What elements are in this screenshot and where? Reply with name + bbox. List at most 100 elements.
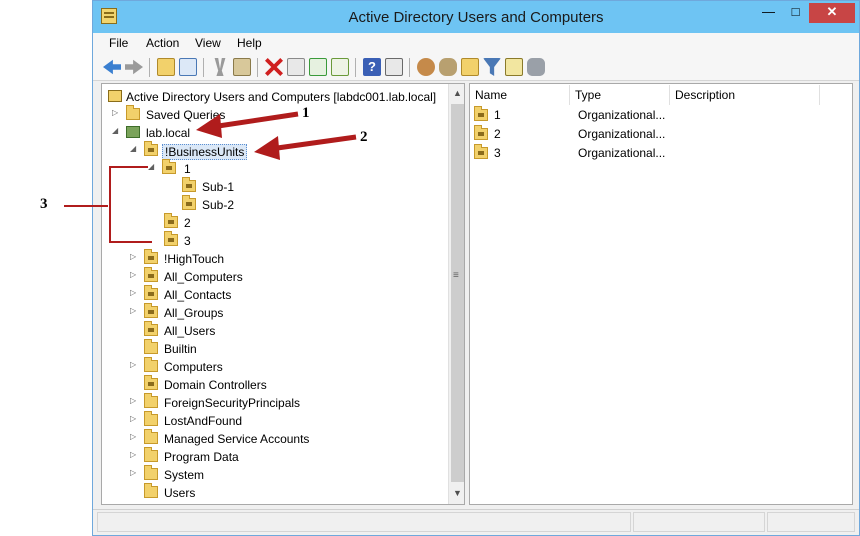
expand-icon[interactable]: ▷: [130, 450, 140, 459]
ou-icon: [144, 285, 158, 300]
menu-file[interactable]: File: [109, 36, 128, 50]
expand-icon[interactable]: ▷: [130, 432, 140, 441]
help-icon[interactable]: ?: [363, 58, 381, 76]
expand-icon[interactable]: ▷: [130, 270, 140, 279]
tree-item-computers[interactable]: ▷ Computers: [130, 357, 430, 376]
tree-item-domain-controllers[interactable]: Domain Controllers: [130, 375, 430, 394]
show-tree-icon[interactable]: [179, 58, 197, 76]
tree-pane[interactable]: Active Directory Users and Computers [la…: [101, 83, 465, 505]
details-pane[interactable]: Name Type Description 1 Organizational..…: [469, 83, 853, 505]
tree-item-builtin[interactable]: Builtin: [130, 339, 430, 358]
back-icon[interactable]: [103, 59, 121, 75]
copy-icon[interactable]: [233, 58, 251, 76]
tree-scrollbar[interactable]: ▲ ≡ ▼: [448, 84, 464, 504]
tree-item-ou-1[interactable]: ◢ 1: [148, 159, 428, 178]
forward-icon[interactable]: [125, 59, 143, 75]
new-group-icon[interactable]: [439, 58, 457, 76]
expand-icon[interactable]: ▷: [112, 108, 122, 117]
refresh-icon[interactable]: [309, 58, 327, 76]
ou-icon: [164, 213, 178, 228]
tree-item-saved-queries[interactable]: ▷ Saved Queries: [112, 105, 432, 124]
tree-item-users[interactable]: Users: [130, 483, 430, 502]
tree-item-ou-3[interactable]: 3: [164, 231, 424, 250]
new-ou-icon[interactable]: [461, 58, 479, 76]
ou-icon: [144, 267, 158, 282]
menu-bar: File Action View Help: [93, 33, 859, 53]
annotation-2: 2: [360, 129, 368, 145]
domain-icon: [126, 126, 140, 138]
ou-icon: [144, 375, 158, 390]
ou-icon: [144, 141, 158, 156]
tree-item-hightouch[interactable]: ▷ !HighTouch: [130, 249, 430, 268]
tree-item-ou-2[interactable]: 2: [164, 213, 424, 232]
tree-root[interactable]: Active Directory Users and Computers [la…: [108, 88, 448, 106]
folder-icon: [126, 105, 140, 120]
column-header-type[interactable]: Type: [570, 85, 670, 105]
list-item[interactable]: 2 Organizational...: [470, 125, 850, 143]
title-bar[interactable]: Active Directory Users and Computers — □…: [93, 1, 859, 33]
expand-icon[interactable]: ▷: [130, 306, 140, 315]
properties-icon[interactable]: [287, 58, 305, 76]
status-cell-secondary: [633, 512, 765, 532]
tree-item-managed-service-accounts[interactable]: ▷ Managed Service Accounts: [130, 429, 430, 448]
folder-icon: [144, 393, 158, 408]
column-header-description[interactable]: Description: [670, 85, 820, 105]
tree-item-sub-1[interactable]: Sub-1: [182, 177, 422, 196]
ou-icon: [474, 144, 488, 159]
ou-icon: [162, 159, 176, 174]
menu-view[interactable]: View: [195, 36, 221, 50]
folder-icon: [144, 357, 158, 372]
status-cell-tertiary: [767, 512, 855, 532]
list-item[interactable]: 1 Organizational...: [470, 106, 850, 124]
tree-item-all-computers[interactable]: ▷ All_Computers: [130, 267, 430, 286]
scroll-up-icon[interactable]: ▲: [453, 88, 462, 98]
scroll-grip-icon: ≡: [453, 270, 459, 281]
scroll-thumb[interactable]: [451, 104, 464, 482]
ou-icon: [164, 231, 178, 246]
expand-icon[interactable]: ▷: [130, 468, 140, 477]
expand-icon[interactable]: ▷: [130, 288, 140, 297]
export-icon[interactable]: [331, 58, 349, 76]
minimize-button[interactable]: —: [755, 3, 782, 23]
tree-item-all-groups[interactable]: ▷ All_Groups: [130, 303, 430, 322]
delegate-icon[interactable]: [527, 58, 545, 76]
collapse-icon[interactable]: ◢: [112, 126, 122, 135]
up-folder-icon[interactable]: [157, 58, 175, 76]
folder-icon: [144, 339, 158, 354]
menu-help[interactable]: Help: [237, 36, 262, 50]
maximize-button[interactable]: □: [782, 3, 809, 23]
expand-icon[interactable]: ▷: [130, 414, 140, 423]
tree-item-lost-and-found[interactable]: ▷ LostAndFound: [130, 411, 430, 430]
find-icon[interactable]: [505, 58, 523, 76]
ou-icon: [144, 321, 158, 336]
adusers-window: Active Directory Users and Computers — □…: [92, 0, 860, 536]
expand-icon[interactable]: ▷: [130, 360, 140, 369]
tree-item-all-contacts[interactable]: ▷ All_Contacts: [130, 285, 430, 304]
annotation-3: 3: [40, 196, 48, 212]
console-root-icon: [108, 90, 122, 102]
collapse-icon[interactable]: ◢: [148, 162, 158, 171]
delete-icon[interactable]: [265, 58, 283, 76]
list-item[interactable]: 3 Organizational...: [470, 144, 850, 162]
tree-item-sub-2[interactable]: Sub-2: [182, 195, 422, 214]
expand-icon[interactable]: ▷: [130, 252, 140, 261]
status-bar: [93, 509, 859, 535]
close-button[interactable]: ✕: [809, 3, 855, 23]
column-header-name[interactable]: Name: [470, 85, 570, 105]
tree-item-businessunits[interactable]: ◢ !BusinessUnits: [130, 141, 430, 160]
tree-item-program-data[interactable]: ▷ Program Data: [130, 447, 430, 466]
tree-item-domain[interactable]: ◢ lab.local: [112, 124, 432, 142]
expand-icon[interactable]: ▷: [130, 396, 140, 405]
scroll-down-icon[interactable]: ▼: [453, 488, 462, 498]
tree-item-system[interactable]: ▷ System: [130, 465, 430, 484]
tree-item-foreign-security-principals[interactable]: ▷ ForeignSecurityPrincipals: [130, 393, 430, 412]
menu-action[interactable]: Action: [146, 36, 179, 50]
console-icon[interactable]: [385, 58, 403, 76]
tree-item-all-users[interactable]: All_Users: [130, 321, 430, 340]
cut-icon[interactable]: [214, 58, 226, 76]
ou-icon: [182, 177, 196, 192]
collapse-icon[interactable]: ◢: [130, 144, 140, 153]
filter-icon[interactable]: [483, 58, 501, 76]
folder-icon: [144, 447, 158, 462]
new-user-icon[interactable]: [417, 58, 435, 76]
